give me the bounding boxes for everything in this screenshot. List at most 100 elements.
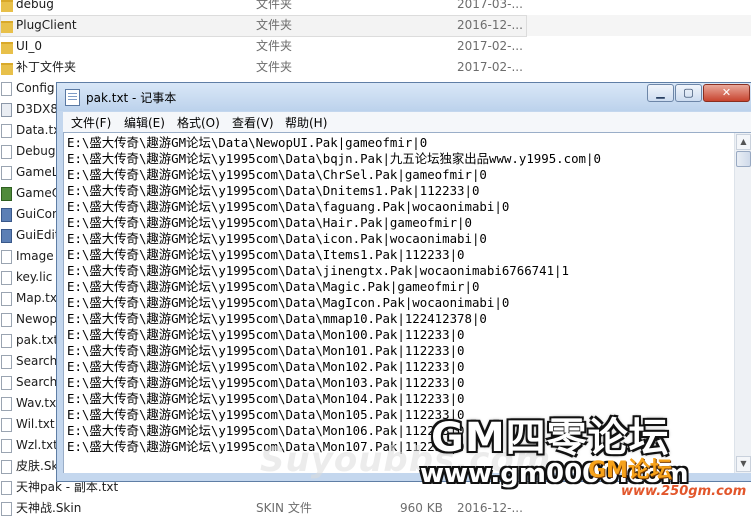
text-line: E:\盛大传奇\趣游GM论坛\y1995com\Data\Mon107.Pak|… xyxy=(67,439,465,454)
folder-icon xyxy=(1,21,13,33)
file-row[interactable]: 天神战.Skin SKIN 文件 960 KB 2016-12-... xyxy=(0,498,751,519)
file-row[interactable]: 补丁文件夹 文件夹 2017-02-... xyxy=(0,57,751,78)
file-date: 2017-03-... xyxy=(457,0,523,11)
notepad-window: pak.txt - 记事本 ▁ ▢ ✕ 文件(F) 编辑(E) 格式(O) 查看… xyxy=(56,82,751,482)
file-name: 皮肤.Sk xyxy=(16,459,59,473)
file-type: 文件夹 xyxy=(256,0,293,11)
file-icon xyxy=(1,376,12,390)
file-name: GameL xyxy=(16,165,59,179)
file-type: 文件夹 xyxy=(256,18,293,32)
text-line: E:\盛大传奇\趣游GM论坛\y1995com\Data\Dnitems1.Pa… xyxy=(67,183,480,198)
dll-icon xyxy=(1,103,12,117)
text-line: E:\盛大传奇\趣游GM论坛\y1995com\Data\ChrSel.Pak|… xyxy=(67,167,487,182)
text-line: E:\盛大传奇\趣游GM论坛\y1995com\Data\faguang.Pak… xyxy=(67,199,510,214)
file-name: GuiCon xyxy=(16,207,60,221)
file-type: SKIN 文件 xyxy=(256,501,312,515)
file-name: 天神战.Skin xyxy=(16,501,82,515)
window-title: pak.txt - 记事本 xyxy=(86,91,177,105)
file-date: 2016-12-... xyxy=(457,18,523,32)
file-icon xyxy=(1,397,12,411)
file-name: UI_0 xyxy=(16,39,42,53)
exe-icon xyxy=(1,229,12,243)
file-name: PlugClient xyxy=(16,18,77,32)
text-line: E:\盛大传奇\趣游GM论坛\y1995com\Data\MagIcon.Pak… xyxy=(67,295,510,310)
file-name: Wzl.txt xyxy=(16,438,58,452)
file-row[interactable]: PlugClient 文件夹 2016-12-... xyxy=(0,15,751,37)
menu-format[interactable]: 格式(O) xyxy=(177,114,220,131)
file-name: Map.tx xyxy=(16,291,57,305)
file-icon xyxy=(1,145,12,159)
scroll-up-arrow-icon[interactable]: ▲ xyxy=(736,134,751,150)
text-line: E:\盛大传奇\趣游GM论坛\Data\NewopUI.Pak|gameofmi… xyxy=(67,135,428,150)
file-icon xyxy=(1,271,12,285)
text-editor[interactable]: E:\盛大传奇\趣游GM论坛\Data\NewopUI.Pak|gameofmi… xyxy=(63,132,751,473)
game-icon xyxy=(1,187,12,201)
menu-file[interactable]: 文件(F) xyxy=(71,114,111,131)
file-icon xyxy=(1,292,12,306)
text-line: E:\盛大传奇\趣游GM论坛\y1995com\Data\Hair.Pak|ga… xyxy=(67,215,472,230)
file-name: GameO xyxy=(16,186,62,200)
editor-text[interactable]: E:\盛大传奇\趣游GM论坛\Data\NewopUI.Pak|gameofmi… xyxy=(67,135,727,455)
file-name: Wav.txt xyxy=(16,396,61,410)
text-line: E:\盛大传奇\趣游GM论坛\y1995com\Data\Mon100.Pak|… xyxy=(67,327,465,342)
folder-icon xyxy=(1,0,13,12)
vertical-scrollbar[interactable]: ▲ ▼ xyxy=(734,133,751,473)
notepad-icon xyxy=(65,89,80,106)
folder-icon xyxy=(1,42,13,54)
file-icon xyxy=(1,124,12,138)
minimize-button[interactable]: ▁ xyxy=(647,84,674,102)
file-icon xyxy=(1,481,12,495)
text-line: E:\盛大传奇\趣游GM论坛\y1995com\Data\bqjn.Pak|九五… xyxy=(67,151,601,166)
file-icon xyxy=(1,166,12,180)
exe-icon xyxy=(1,208,12,222)
text-line: E:\盛大传奇\趣游GM论坛\y1995com\Data\Magic.Pak|g… xyxy=(67,279,480,294)
file-type: 文件夹 xyxy=(256,60,293,74)
menu-help[interactable]: 帮助(H) xyxy=(285,114,327,131)
file-type: 文件夹 xyxy=(256,39,293,53)
file-name: pak.txt xyxy=(16,333,59,347)
file-icon xyxy=(1,82,12,96)
file-icon xyxy=(1,313,12,327)
file-row[interactable]: UI_0 文件夹 2017-02-... xyxy=(0,36,751,57)
file-icon xyxy=(1,250,12,264)
scroll-down-arrow-icon[interactable]: ▼ xyxy=(736,456,751,472)
text-line: E:\盛大传奇\趣游GM论坛\y1995com\Data\Mon104.Pak|… xyxy=(67,391,465,406)
menu-edit[interactable]: 编辑(E) xyxy=(124,114,165,131)
scroll-thumb[interactable] xyxy=(736,151,751,167)
file-name: Newop xyxy=(16,312,58,326)
menu-bar: 文件(F) 编辑(E) 格式(O) 查看(V) 帮助(H) xyxy=(63,112,751,132)
file-size: 960 KB xyxy=(400,501,443,515)
file-icon xyxy=(1,439,12,453)
text-line: E:\盛大传奇\趣游GM论坛\y1995com\Data\Mon101.Pak|… xyxy=(67,343,465,358)
text-line: E:\盛大传奇\趣游GM论坛\y1995com\Data\Mon105.Pak|… xyxy=(67,407,465,422)
file-icon xyxy=(1,460,12,474)
file-row[interactable]: debug 文件夹 2017-03-... xyxy=(0,0,751,15)
title-bar[interactable]: pak.txt - 记事本 ▁ ▢ ✕ xyxy=(57,83,751,111)
file-icon xyxy=(1,334,12,348)
file-date: 2017-02-... xyxy=(457,39,523,53)
file-name: Search xyxy=(16,354,58,368)
file-icon xyxy=(1,355,12,369)
text-line: E:\盛大传奇\趣游GM论坛\y1995com\Data\Mon103.Pak|… xyxy=(67,375,465,390)
text-line: E:\盛大传奇\趣游GM论坛\y1995com\Data\jinengtx.Pa… xyxy=(67,263,569,278)
text-line: E:\盛大传奇\趣游GM论坛\y1995com\Data\Mon102.Pak|… xyxy=(67,359,465,374)
file-name: Image xyxy=(16,249,54,263)
text-line: E:\盛大传奇\趣游GM论坛\y1995com\Data\mmap10.Pak|… xyxy=(67,311,487,326)
file-name: 补丁文件夹 xyxy=(16,60,77,74)
menu-view[interactable]: 查看(V) xyxy=(232,114,274,131)
file-name: debug xyxy=(16,0,54,11)
file-name: D3DX8 xyxy=(16,102,58,116)
close-button[interactable]: ✕ xyxy=(703,84,750,102)
maximize-button[interactable]: ▢ xyxy=(675,84,702,102)
file-date: 2016-12-... xyxy=(457,501,523,515)
text-line: E:\盛大传奇\趣游GM论坛\y1995com\Data\Items1.Pak|… xyxy=(67,247,465,262)
file-name: GuiEdit xyxy=(16,228,60,242)
folder-icon xyxy=(1,63,13,75)
file-name: key.lic xyxy=(16,270,53,284)
file-icon xyxy=(1,418,12,432)
text-line: E:\盛大传奇\趣游GM论坛\y1995com\Data\Mon106.Pak|… xyxy=(67,423,465,438)
text-line: E:\盛大传奇\趣游GM论坛\y1995com\Data\icon.Pak|wo… xyxy=(67,231,487,246)
file-name: Search xyxy=(16,375,58,389)
file-icon xyxy=(1,502,12,516)
file-name: Config xyxy=(16,81,55,95)
